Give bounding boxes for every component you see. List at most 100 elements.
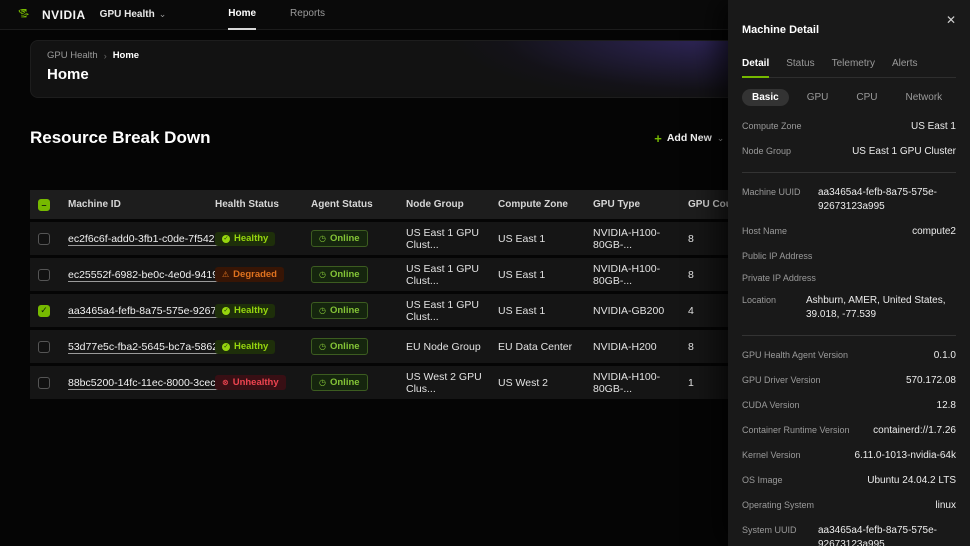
machine-id-link[interactable]: 88bc5200-14fc-11ec-8000-3cec... (68, 377, 224, 389)
col-machine-id: Machine ID (68, 199, 121, 210)
nav-links: Home Reports (228, 0, 325, 30)
compute-zone-cell: US East 1 (498, 232, 546, 245)
divider (742, 172, 956, 173)
compute-zone-cell: EU Data Center (498, 340, 573, 353)
detail-fields: Compute Zone US East 1 Node Group US Eas… (742, 120, 956, 546)
col-gpu-type: GPU Type (593, 199, 641, 210)
row-checkbox[interactable] (38, 340, 50, 353)
check-circle-icon: ✓ (222, 306, 230, 315)
field-os-image: OS Image Ubuntu 24.04.2 LTS (742, 475, 956, 486)
field-machine-uuid: Machine UUID aa3465a4-fefb-8a75-575e-926… (742, 187, 937, 212)
health-status-badge: ✓ Healthy (215, 303, 276, 319)
row-checkbox-checked[interactable]: ✓ (38, 304, 50, 317)
row-checkbox[interactable] (38, 232, 50, 245)
gpu-type-cell: NVIDIA-GB200 (593, 304, 665, 317)
field-location: Location Ashburn, AMER, United States, 3… (742, 295, 946, 320)
node-group-cell: US East 1 GPU Clust... (406, 262, 479, 287)
field-kernel-version: Kernel Version 6.11.0-1013-nvidia-64k (742, 450, 956, 461)
field-host-name: Host Name compute2 (742, 226, 956, 237)
close-icon[interactable]: ✕ (946, 14, 956, 26)
field-private-ip: Private IP Address (742, 273, 816, 283)
node-group-cell: EU Node Group (406, 340, 481, 353)
detail-subtabs: Basic GPU CPU Network Disk (742, 89, 956, 106)
drawer-title: Machine Detail (742, 24, 820, 36)
nvidia-brand: NVIDIA (18, 8, 86, 22)
machine-id-link[interactable]: aa3465a4-fefb-8a75-575e-9267... (68, 305, 225, 317)
gpu-type-cell: NVIDIA-H100-80GB-... (593, 226, 661, 251)
subtab-network[interactable]: Network (895, 89, 952, 106)
field-compute-zone: Compute Zone US East 1 (742, 121, 956, 132)
tab-detail[interactable]: Detail (742, 52, 770, 78)
node-group-cell: US East 1 GPU Clust... (406, 298, 479, 323)
add-new-label: Add New (666, 132, 712, 144)
select-all-checkbox[interactable]: – (38, 198, 50, 211)
tab-alerts[interactable]: Alerts (892, 52, 918, 78)
clock-icon: ◷ (319, 341, 326, 351)
subtab-cpu[interactable]: CPU (846, 89, 887, 106)
app-switcher[interactable]: GPU Health ⌄ (100, 9, 167, 20)
check-circle-icon: ✓ (222, 234, 230, 243)
plus-icon: + (654, 130, 662, 146)
health-status-badge: ⚠ Degraded (215, 267, 284, 282)
field-driver-version: GPU Driver Version 570.172.08 (742, 375, 956, 386)
add-new-button[interactable]: + Add New ⌄ (654, 132, 724, 145)
check-circle-icon: ✓ (222, 342, 230, 351)
nvidia-wordmark: NVIDIA (42, 7, 86, 22)
machine-id-link[interactable]: ec25552f-6982-be0c-4e0d-9419... (68, 269, 227, 281)
compute-zone-cell: US East 1 (498, 268, 546, 281)
gpu-type-cell: NVIDIA-H200 (593, 340, 657, 353)
drawer-header: Machine Detail ✕ (742, 14, 956, 36)
field-container-runtime: Container Runtime Version containerd://1… (742, 425, 956, 436)
agent-status-badge: ◷ Online (311, 374, 368, 391)
cross-circle-icon: ⊗ (222, 377, 229, 387)
breadcrumb-separator-icon: › (103, 50, 107, 61)
agent-status-badge: ◷ Online (311, 338, 368, 355)
node-group-cell: US West 2 GPU Clus... (406, 370, 482, 395)
field-node-group: Node Group US East 1 GPU Cluster (742, 146, 956, 157)
clock-icon: ◷ (319, 305, 326, 315)
nvidia-logo-icon (18, 8, 29, 17)
col-agent-status: Agent Status (311, 199, 373, 210)
clock-icon: ◷ (319, 377, 326, 387)
row-checkbox[interactable] (38, 376, 50, 389)
gpu-type-cell: NVIDIA-H100-80GB-... (593, 370, 661, 395)
tab-status[interactable]: Status (786, 52, 814, 78)
node-group-cell: US East 1 GPU Clust... (406, 226, 479, 251)
gpu-type-cell: NVIDIA-H100-80GB-... (593, 262, 661, 287)
compute-zone-cell: US West 2 (498, 376, 548, 389)
health-status-badge: ✓ Healthy (215, 231, 276, 247)
app-name: GPU Health (99, 9, 155, 20)
col-health-status: Health Status (215, 199, 279, 210)
machine-id-link[interactable]: 53d77e5c-fba2-5645-bc7a-5862... (68, 341, 227, 353)
subtab-basic[interactable]: Basic (742, 89, 789, 106)
breadcrumb-parent[interactable]: GPU Health (47, 50, 98, 61)
clock-icon: ◷ (319, 233, 326, 243)
nav-tab-reports[interactable]: Reports (290, 0, 325, 30)
field-operating-system: Operating System linux (742, 500, 956, 511)
compute-zone-cell: US East 1 (498, 304, 546, 317)
detail-tabs: Detail Status Telemetry Alerts (742, 52, 956, 78)
agent-status-badge: ◷ Online (311, 266, 368, 283)
field-public-ip: Public IP Address (742, 251, 813, 261)
warning-icon: ⚠ (222, 269, 230, 279)
machine-detail-panel: Machine Detail ✕ Detail Status Telemetry… (728, 0, 970, 546)
agent-status-badge: ◷ Online (311, 302, 368, 319)
subtab-gpu[interactable]: GPU (797, 89, 839, 106)
nav-tab-home[interactable]: Home (228, 0, 257, 30)
col-compute-zone: Compute Zone (498, 199, 568, 210)
section-title: Resource Break Down (30, 128, 211, 147)
chevron-down-icon: ⌄ (716, 132, 725, 143)
field-system-uuid: System UUID aa3465a4-fefb-8a75-575e-9267… (742, 525, 937, 546)
subtab-disk[interactable]: Disk (960, 89, 970, 106)
machine-id-link[interactable]: ec2f6c6f-add0-3fb1-c0de-7f542... (68, 233, 223, 245)
row-checkbox[interactable] (38, 268, 50, 281)
clock-icon: ◷ (319, 269, 326, 279)
health-status-badge: ⊗ Unhealthy (215, 375, 286, 390)
chevron-down-icon: ⌄ (158, 9, 167, 19)
field-agent-version: GPU Health Agent Version 0.1.0 (742, 350, 956, 361)
breadcrumb-current: Home (112, 50, 140, 61)
agent-status-badge: ◷ Online (311, 230, 368, 247)
col-node-group: Node Group (406, 199, 464, 210)
health-status-badge: ✓ Healthy (215, 339, 276, 355)
tab-telemetry[interactable]: Telemetry (832, 52, 875, 78)
